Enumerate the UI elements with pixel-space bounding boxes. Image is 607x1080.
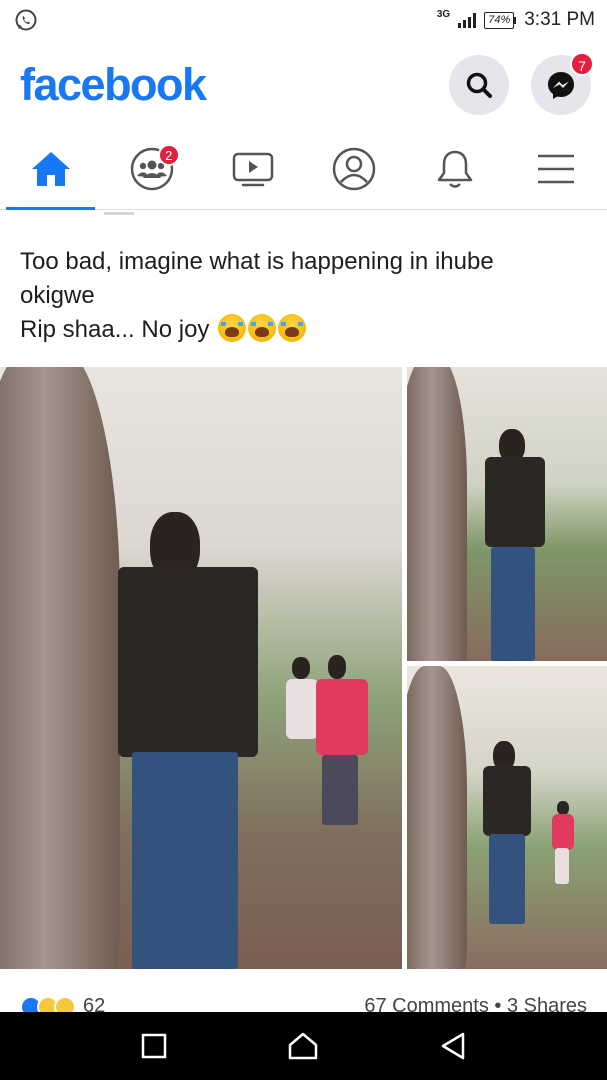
tab-watch[interactable] <box>202 128 303 209</box>
messenger-button[interactable]: 7 <box>531 52 594 115</box>
post-header-cutoff <box>0 211 607 221</box>
loudly-crying-face-icon <box>218 314 247 342</box>
loudly-crying-face-icon <box>248 314 277 342</box>
tab-menu[interactable] <box>506 128 607 209</box>
home-circle-icon[interactable] <box>287 1031 319 1061</box>
menu-icon <box>538 154 575 183</box>
groups-badge: 2 <box>157 144 180 166</box>
search-icon <box>466 72 492 98</box>
facebook-logo[interactable]: facebook <box>20 59 207 111</box>
post-text-line: Too bad, imagine what is happening in ih… <box>20 248 494 275</box>
clock: 3:31 PM <box>524 9 595 30</box>
battery-icon: 74% <box>484 11 517 29</box>
app-header: facebook 7 <box>0 48 607 122</box>
loudly-crying-face-icon <box>278 314 307 342</box>
messenger-badge: 7 <box>570 52 594 76</box>
post-photo-grid <box>0 367 607 969</box>
network-type: 3G <box>436 8 451 20</box>
messenger-icon <box>548 72 574 99</box>
post-text-line: Rip shaa... No joy <box>20 316 210 343</box>
status-bar: 3G 74% 3:31 PM <box>0 0 607 40</box>
battery-level: 74% <box>484 11 515 29</box>
back-icon[interactable] <box>439 1031 467 1061</box>
tab-profile[interactable] <box>304 128 405 209</box>
tab-notifications[interactable] <box>405 128 506 209</box>
whatsapp-icon <box>15 9 37 31</box>
home-icon <box>31 151 70 186</box>
post-text[interactable]: Too bad, imagine what is happening in ih… <box>0 221 607 347</box>
main-nav-tabs: 2 <box>0 128 607 210</box>
search-button[interactable] <box>449 55 509 115</box>
post-photo[interactable] <box>407 367 607 661</box>
recent-apps-icon[interactable] <box>140 1032 168 1060</box>
bell-icon <box>438 150 473 188</box>
post-text-line-with-emoji: Rip shaa... No joy <box>20 313 587 347</box>
post-text-line: okigwe <box>20 282 95 309</box>
signal-icon <box>458 12 477 28</box>
post-photo[interactable] <box>407 666 607 969</box>
profile-icon <box>332 147 376 190</box>
tab-groups[interactable]: 2 <box>101 128 202 209</box>
tab-home[interactable] <box>0 128 101 210</box>
android-nav-bar <box>0 1012 607 1080</box>
watch-icon <box>232 152 274 186</box>
post-photo[interactable] <box>0 367 402 969</box>
feed-post: Too bad, imagine what is happening in ih… <box>0 211 607 969</box>
